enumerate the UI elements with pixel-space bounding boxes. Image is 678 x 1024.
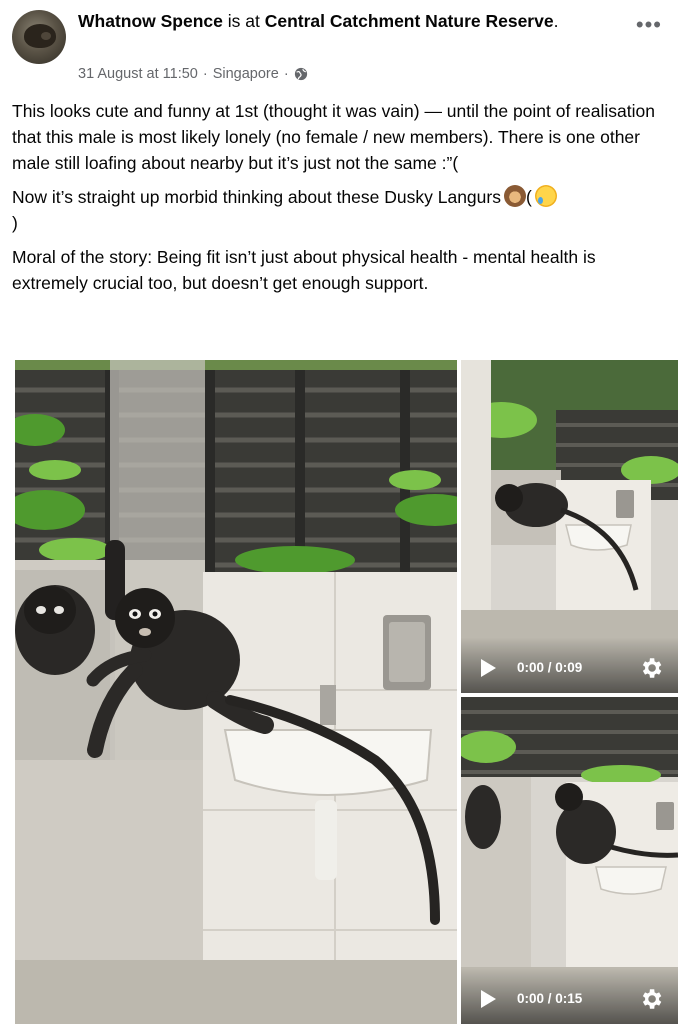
post-title: Whatnow Spence is at Central Catchment N… [78, 8, 618, 35]
paragraph-2-open: ( [525, 187, 532, 207]
settings-gear-icon[interactable] [638, 655, 664, 681]
is-at-text: is at [227, 11, 260, 31]
video-2-controls: 0:00 / 0:15 [461, 968, 678, 1024]
meta-separator: · [202, 66, 208, 82]
paragraph-2-text: Now it’s straight up morbid thinking abo… [12, 187, 501, 207]
globe-icon [294, 67, 307, 81]
video-1-time: 0:00 / 0:09 [517, 660, 583, 675]
more-options-icon[interactable]: ••• [636, 14, 662, 36]
post-header: Whatnow Spence is at Central Catchment N… [12, 6, 666, 90]
video-1-controls: 0:00 / 0:09 [461, 637, 678, 693]
paragraph-2-close: ) [12, 213, 18, 233]
meta-separator-2: · [283, 66, 289, 82]
post-date-link[interactable]: 31 August at 11:50 [78, 66, 198, 82]
settings-gear-icon[interactable] [638, 986, 664, 1012]
location-link[interactable]: Central Catchment Nature Reserve [265, 11, 554, 31]
see-no-evil-monkey-emoji [503, 185, 526, 207]
sad-tear-face-emoji [534, 185, 557, 207]
paragraph-2: Now it’s straight up morbid thinking abo… [12, 184, 666, 236]
author-name-link[interactable]: Whatnow Spence [78, 11, 223, 31]
main-photo[interactable] [15, 360, 457, 1024]
location-suffix: . [553, 11, 559, 31]
video-2[interactable]: 0:00 / 0:15 [461, 697, 678, 1024]
post-body: This looks cute and funny at 1st (though… [12, 98, 666, 304]
paragraph-3: Moral of the story: Being fit isn’t just… [12, 247, 596, 293]
play-icon[interactable] [481, 990, 496, 1008]
author-avatar[interactable] [12, 10, 66, 64]
video-2-time: 0:00 / 0:15 [517, 991, 583, 1006]
play-icon[interactable] [481, 659, 496, 677]
main-photo-image [15, 360, 457, 1024]
paragraph-1: This looks cute and funny at 1st (though… [12, 101, 655, 173]
video-1[interactable]: 0:00 / 0:09 [461, 360, 678, 693]
avatar-otter-image [24, 24, 56, 48]
post-place[interactable]: Singapore [213, 66, 279, 82]
post-meta: 31 August at 11:50 · Singapore · [78, 66, 308, 82]
